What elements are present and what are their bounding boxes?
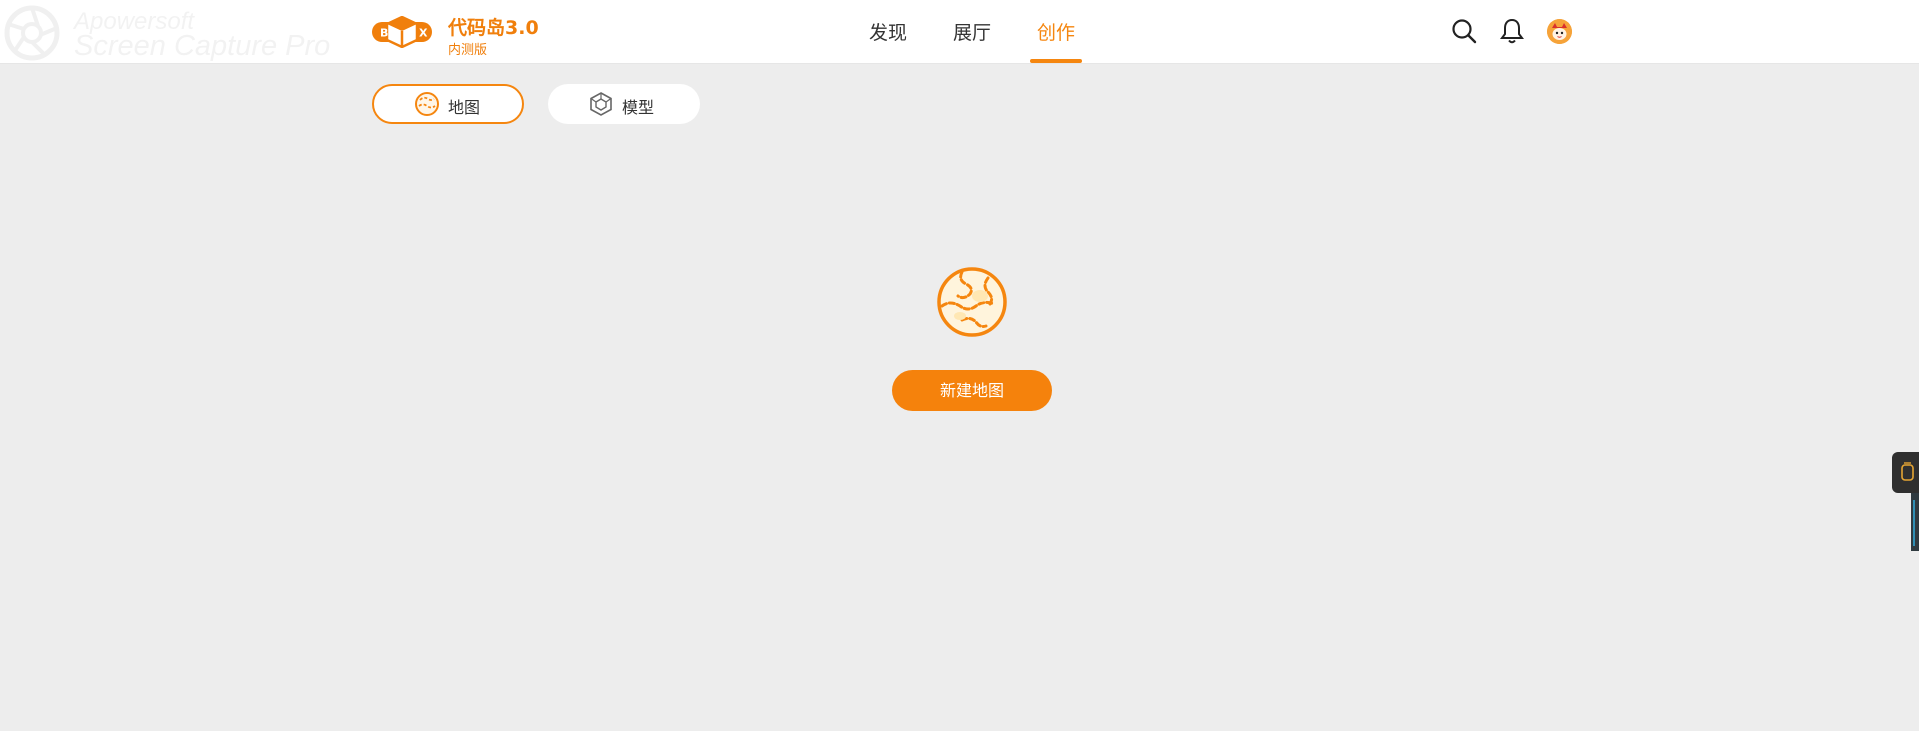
code-island-logo-icon: B X [372,16,432,48]
new-map-button[interactable]: 新建地图 [892,370,1052,411]
avatar[interactable] [1547,19,1572,44]
brand-subtitle: 内测版 [448,43,488,58]
side-floating-widget[interactable] [1892,452,1919,493]
bell-icon[interactable] [1498,17,1526,45]
watermark-line-2: Screen Capture Pro [74,30,331,62]
user-avatar-icon [1547,19,1572,44]
sub-tab-model-label: 模型 [622,98,655,117]
sub-tab-model[interactable]: 模型 [548,84,700,124]
screen-capture-watermark: Apowersoft Screen Capture Pro [2,4,330,62]
cube-icon [590,92,612,116]
top-navigation-bar: Apowersoft Screen Capture Pro B X 代码岛3.0… [0,0,1919,64]
tab-gallery[interactable]: 展厅 [953,18,991,45]
brand-logo[interactable]: B X 代码岛3.0 内测版 [372,12,572,58]
active-tab-indicator [1030,59,1082,63]
sub-tab-map[interactable]: 地图 [372,84,524,124]
logo-letter-x: X [419,27,428,40]
side-panel-indicator [1913,500,1915,546]
map-globe-icon [937,267,1007,337]
aperture-icon [4,5,60,61]
globe-icon [415,92,439,116]
watermark-line-1: Apowersoft [74,8,195,35]
sub-tab-map-label: 地图 [448,98,481,117]
search-icon[interactable] [1450,17,1478,45]
cup-icon [1901,462,1914,481]
tab-discover[interactable]: 发现 [869,18,907,45]
brand-title: 代码岛3.0 [448,17,539,39]
tab-create[interactable]: 创作 [1037,18,1075,45]
logo-letter-b: B [380,27,388,40]
